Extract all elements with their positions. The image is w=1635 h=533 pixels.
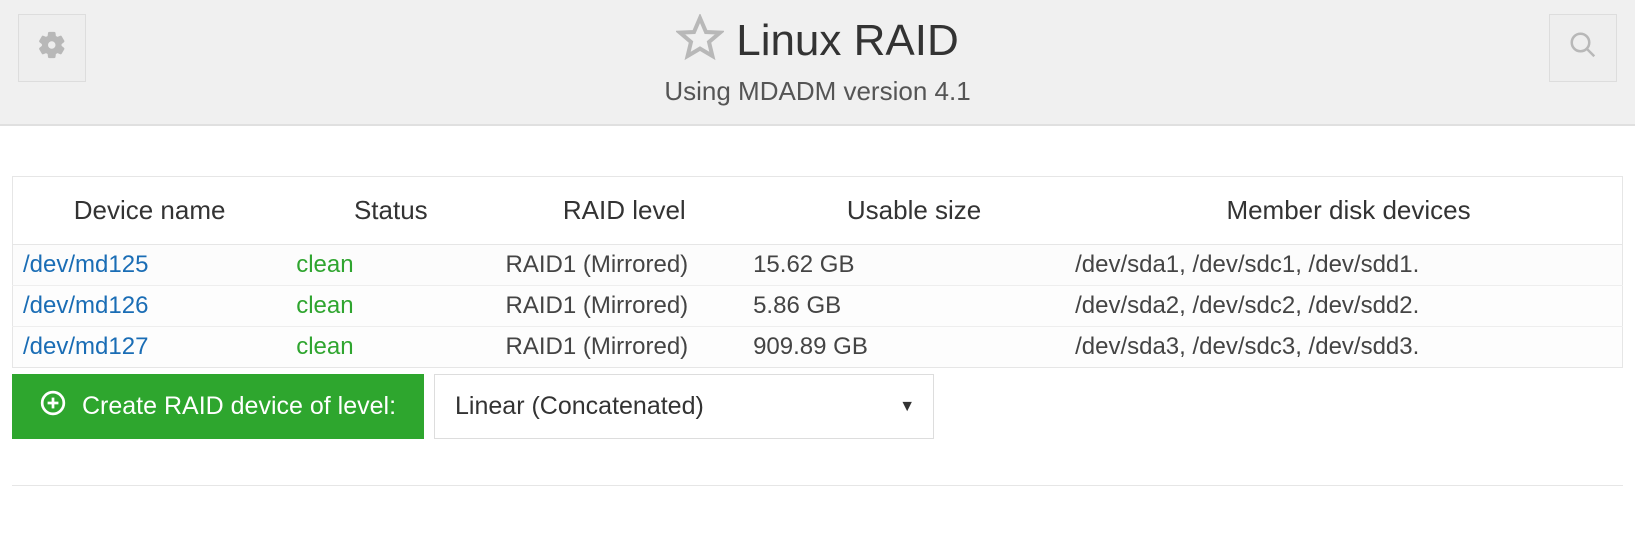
col-usable-size[interactable]: Usable size	[753, 177, 1075, 245]
main-content: Device name Status RAID level Usable siz…	[0, 126, 1635, 498]
gear-icon	[37, 30, 67, 66]
device-size: 909.89 GB	[753, 327, 1075, 368]
device-link[interactable]: /dev/md127	[13, 327, 287, 368]
title-block: Linux RAID Using MDADM version 4.1	[86, 14, 1549, 107]
settings-button[interactable]	[18, 14, 86, 82]
table-row: /dev/md125 clean RAID1 (Mirrored) 15.62 …	[13, 245, 1623, 286]
device-members: /dev/sda1, /dev/sdc1, /dev/sdd1.	[1075, 245, 1622, 286]
table-row: /dev/md126 clean RAID1 (Mirrored) 5.86 G…	[13, 286, 1623, 327]
col-status[interactable]: Status	[286, 177, 495, 245]
action-row: Create RAID device of level: Linear (Con…	[12, 374, 1623, 439]
device-link[interactable]: /dev/md126	[13, 286, 287, 327]
page-title: Linux RAID	[736, 16, 959, 66]
star-icon[interactable]	[676, 14, 724, 68]
device-members: /dev/sda3, /dev/sdc3, /dev/sdd3.	[1075, 327, 1622, 368]
raid-level-selected: Linear (Concatenated)	[455, 392, 704, 421]
create-raid-button[interactable]: Create RAID device of level:	[12, 374, 424, 439]
col-member-devices[interactable]: Member disk devices	[1075, 177, 1622, 245]
page-subtitle: Using MDADM version 4.1	[86, 76, 1549, 107]
page-header: Linux RAID Using MDADM version 4.1	[0, 0, 1635, 126]
table-row: /dev/md127 clean RAID1 (Mirrored) 909.89…	[13, 327, 1623, 368]
raid-table: Device name Status RAID level Usable siz…	[12, 176, 1623, 368]
device-level: RAID1 (Mirrored)	[495, 245, 753, 286]
col-raid-level[interactable]: RAID level	[495, 177, 753, 245]
chevron-down-icon: ▼	[899, 398, 915, 416]
create-raid-label: Create RAID device of level:	[82, 392, 396, 421]
raid-level-select[interactable]: Linear (Concatenated) ▼	[434, 374, 934, 439]
device-size: 5.86 GB	[753, 286, 1075, 327]
device-status: clean	[286, 286, 495, 327]
device-size: 15.62 GB	[753, 245, 1075, 286]
divider	[12, 485, 1623, 486]
device-level: RAID1 (Mirrored)	[495, 327, 753, 368]
device-members: /dev/sda2, /dev/sdc2, /dev/sdd2.	[1075, 286, 1622, 327]
plus-circle-icon	[40, 390, 66, 423]
device-status: clean	[286, 327, 495, 368]
device-status: clean	[286, 245, 495, 286]
search-button[interactable]	[1549, 14, 1617, 82]
search-icon	[1568, 30, 1598, 66]
device-link[interactable]: /dev/md125	[13, 245, 287, 286]
col-device-name[interactable]: Device name	[13, 177, 287, 245]
device-level: RAID1 (Mirrored)	[495, 286, 753, 327]
